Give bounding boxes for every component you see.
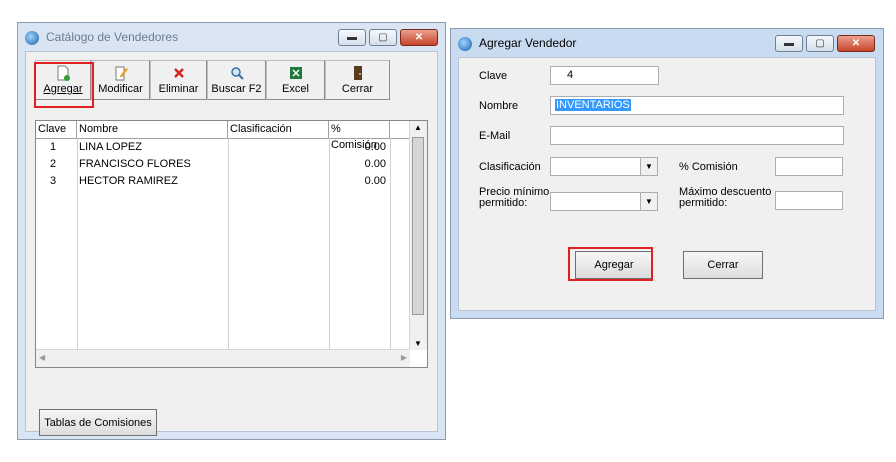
cell-comision: 0.00 [364, 175, 386, 187]
column-header-clasificacion[interactable]: Clasificación [228, 121, 329, 138]
maximize-button[interactable]: ▢ [369, 29, 397, 46]
minimize-button[interactable]: ▬ [775, 35, 803, 52]
cell-clave: 1 [50, 141, 57, 153]
excel-icon [289, 67, 302, 79]
toolbar-buscar-button[interactable]: Buscar F2 [207, 60, 266, 100]
email-field[interactable] [550, 126, 844, 145]
chevron-down-icon[interactable]: ▼ [640, 158, 657, 175]
clasificacion-select[interactable]: ▼ [550, 157, 658, 176]
table-row[interactable]: 1 LINA LOPEZ 0.00 [36, 139, 390, 156]
cerrar-button[interactable]: Cerrar [683, 251, 763, 279]
search-icon [230, 67, 244, 80]
delete-x-icon [173, 68, 184, 78]
nombre-label: Nombre [479, 100, 519, 112]
scrollbar-thumb[interactable] [412, 137, 424, 315]
maximo-descuento-field[interactable] [775, 191, 843, 210]
grid-header: Clave Nombre Clasificación % Comisión [36, 121, 427, 151]
catalog-titlebar[interactable]: Catálogo de Vendedores ▬ ▢ ✕ [18, 23, 445, 51]
horizontal-scrollbar[interactable]: ◀ ▶ [36, 349, 410, 367]
toolbar-buscar-label: Buscar F2 [211, 83, 262, 95]
maximo-descuento-label: Máximo descuento permitido: [679, 186, 772, 209]
cell-clave: 3 [50, 175, 57, 187]
comision-label: % Comisión [679, 161, 738, 173]
toolbar-eliminar-label: Eliminar [158, 83, 199, 95]
column-header-clave[interactable]: Clave [36, 121, 77, 138]
email-label: E-Mail [479, 130, 511, 142]
catalog-client-area: Agregar Modificar Eliminar Buscar F2 Exc… [25, 51, 438, 436]
column-divider [390, 138, 391, 349]
table-row[interactable]: 2 FRANCISCO FLORES 0.00 [36, 156, 390, 173]
cell-nombre: LINA LOPEZ [79, 141, 142, 153]
scroll-up-arrow-icon[interactable]: ▲ [414, 123, 422, 132]
clasificacion-label: Clasificación [479, 161, 541, 173]
app-icon [25, 31, 39, 45]
column-header-nombre[interactable]: Nombre [77, 121, 228, 138]
nombre-field[interactable]: INVENTARIOS [550, 96, 844, 115]
catalog-window-title: Catálogo de Vendedores [46, 30, 179, 44]
highlight-agregar-toolbar [34, 62, 94, 108]
minimize-button[interactable]: ▬ [338, 29, 366, 46]
precio-minimo-label: Precio mínimo permitido: [479, 186, 550, 209]
nombre-value: INVENTARIOS [555, 99, 631, 111]
toolbar-cerrar-label: Cerrar [341, 83, 374, 95]
toolbar-excel-label: Excel [282, 83, 309, 95]
add-vendor-window: Agregar Vendedor ▬ ▢ ✕ Clave 4 Nombre IN… [450, 28, 884, 319]
scroll-right-arrow-icon[interactable]: ▶ [401, 353, 407, 362]
add-vendor-client-area: Clave 4 Nombre INVENTARIOS E-Mail Clasif… [458, 57, 876, 311]
clave-field[interactable]: 4 [550, 66, 659, 85]
cerrar-button-label: Cerrar [707, 259, 739, 271]
vertical-scrollbar[interactable]: ▲ ▼ [409, 121, 427, 350]
cell-nombre: FRANCISCO FLORES [79, 158, 191, 170]
table-row[interactable]: 3 HECTOR RAMIREZ 0.00 [36, 173, 390, 190]
close-button[interactable]: ✕ [837, 35, 875, 52]
highlight-agregar-dialog [568, 247, 653, 281]
precio-minimo-select[interactable]: ▼ [550, 192, 658, 211]
add-vendor-titlebar[interactable]: Agregar Vendedor ▬ ▢ ✕ [451, 29, 883, 57]
scroll-left-arrow-icon[interactable]: ◀ [39, 353, 45, 362]
vendors-grid[interactable]: Clave Nombre Clasificación % Comisión 1 … [35, 120, 428, 368]
app-icon [458, 37, 472, 51]
chevron-down-icon[interactable]: ▼ [640, 193, 657, 210]
close-button[interactable]: ✕ [400, 29, 438, 46]
scroll-down-arrow-icon[interactable]: ▼ [414, 339, 422, 348]
cell-comision: 0.00 [364, 158, 386, 170]
cell-comision: 0.00 [364, 141, 386, 153]
toolbar-cerrar-button[interactable]: Cerrar [325, 60, 390, 100]
tablas-comisiones-label: Tablas de Comisiones [44, 416, 152, 429]
clave-label: Clave [479, 70, 508, 82]
toolbar-eliminar-button[interactable]: Eliminar [150, 60, 207, 100]
door-icon [353, 66, 362, 80]
toolbar-modificar-button[interactable]: Modificar [91, 60, 150, 100]
edit-icon [115, 66, 128, 81]
maximize-button[interactable]: ▢ [806, 35, 834, 52]
toolbar-modificar-label: Modificar [98, 83, 143, 95]
toolbar-excel-button[interactable]: Excel [266, 60, 325, 100]
tablas-comisiones-button[interactable]: Tablas de Comisiones [39, 409, 157, 436]
cell-nombre: HECTOR RAMIREZ [79, 175, 178, 187]
add-vendor-window-title: Agregar Vendedor [479, 36, 577, 50]
column-header-comision[interactable]: % Comisión [329, 121, 390, 151]
comision-field[interactable] [775, 157, 843, 176]
cell-clave: 2 [50, 158, 57, 170]
